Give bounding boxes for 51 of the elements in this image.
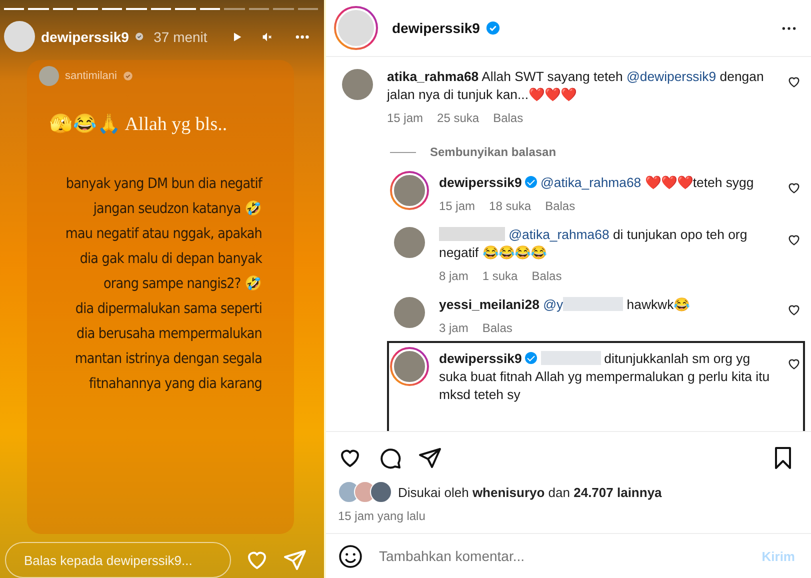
heart-icon[interactable]	[787, 303, 801, 317]
avatar-photo	[39, 66, 59, 86]
reply-field[interactable]: Balas kepada dewiperssik9...	[5, 542, 231, 578]
avatar-photo[interactable]	[394, 297, 425, 328]
comment-time: 3 jam	[439, 321, 468, 335]
post-text-line: mantan istrinya dengan segala	[74, 350, 262, 369]
like-count[interactable]: 25 suka	[437, 111, 480, 125]
post-text-line: jangan seudzon katanya 🤣	[93, 200, 262, 219]
post-text-line: banyak yang DM bun dia negatif	[66, 175, 262, 194]
avatar-photo[interactable]	[342, 69, 373, 100]
post-text-line: dia dipermalukan sama seperti	[75, 300, 262, 319]
reply-link[interactable]: Balas	[545, 199, 576, 213]
like-count[interactable]: 18 suka	[489, 199, 532, 213]
heart-icon[interactable]	[787, 233, 801, 247]
reply-link[interactable]: Balas	[493, 111, 524, 125]
post-text-line: fitnahannya yang dia karang	[88, 375, 262, 394]
comment-text: @atika_rahma68 di tunjukan opo teh org negatif 😂😂😂😂	[439, 226, 748, 262]
heart-icon[interactable]	[787, 75, 801, 89]
comment-text: yessi_meilani28 @y hawkwk😂	[439, 296, 691, 314]
send-icon[interactable]	[418, 446, 442, 470]
heart-icon[interactable]	[787, 357, 801, 371]
comment-field[interactable]: Tambahkan komentar...	[377, 547, 746, 565]
comment-time: 15 jam	[439, 199, 476, 213]
post-time: 15 jam yang lalu	[337, 508, 426, 523]
liked-by-text: Disukai oleh whenisuryo dan 24.707 lainnya	[398, 484, 662, 500]
comment-text: atika_rahma68 Allah SWT sayang teteh @dewiperssik9 dengan jalan nya di tunjuk kan...❤❤❤	[387, 68, 765, 104]
more-icon[interactable]	[781, 26, 797, 30]
comment-time: 8 jam	[439, 269, 468, 283]
post-text-line: mau negatif atau nggak, apakah	[65, 225, 262, 244]
username[interactable]: dewiperssik9	[392, 20, 480, 36]
avatar-photo[interactable]	[336, 8, 376, 48]
post-text-line: dia berusaha mempermalukan	[76, 325, 262, 344]
post-title: 🫣😂🙏 Allah yg bls..	[49, 112, 228, 136]
avatar-photo[interactable]	[394, 227, 425, 258]
post-text-line: dia gak malu di depan banyak	[80, 250, 262, 269]
heart-icon[interactable]	[787, 181, 801, 195]
reply-link[interactable]: Balas	[482, 321, 512, 335]
comment-icon[interactable]	[378, 446, 402, 470]
comment-text: dewiperssik9 ditunjukkanlah sm org yg suka buat fitnah Allah yg mempermalukan g perlu kita itu mksd teteh sy	[439, 350, 771, 404]
avatar-photo[interactable]	[4, 21, 35, 52]
comment-text: dewiperssik9 @atika_rahma68 ❤❤❤teteh sygg	[439, 174, 755, 192]
emoji-icon[interactable]	[338, 544, 363, 568]
username: santimilani	[65, 70, 117, 82]
comment-time: 15 jam	[387, 111, 424, 125]
hide-replies-link[interactable]: Sembunyikan balasan	[430, 145, 556, 159]
avatar-photo	[370, 481, 392, 503]
timestamp: 37 menit	[154, 28, 208, 44]
reply-link[interactable]: Balas	[532, 269, 562, 283]
post-text-line: orang sampe nangis2? 🤣	[104, 274, 262, 294]
username[interactable]: dewiperssik9	[41, 28, 129, 44]
like-count[interactable]: 1 suka	[482, 269, 518, 283]
